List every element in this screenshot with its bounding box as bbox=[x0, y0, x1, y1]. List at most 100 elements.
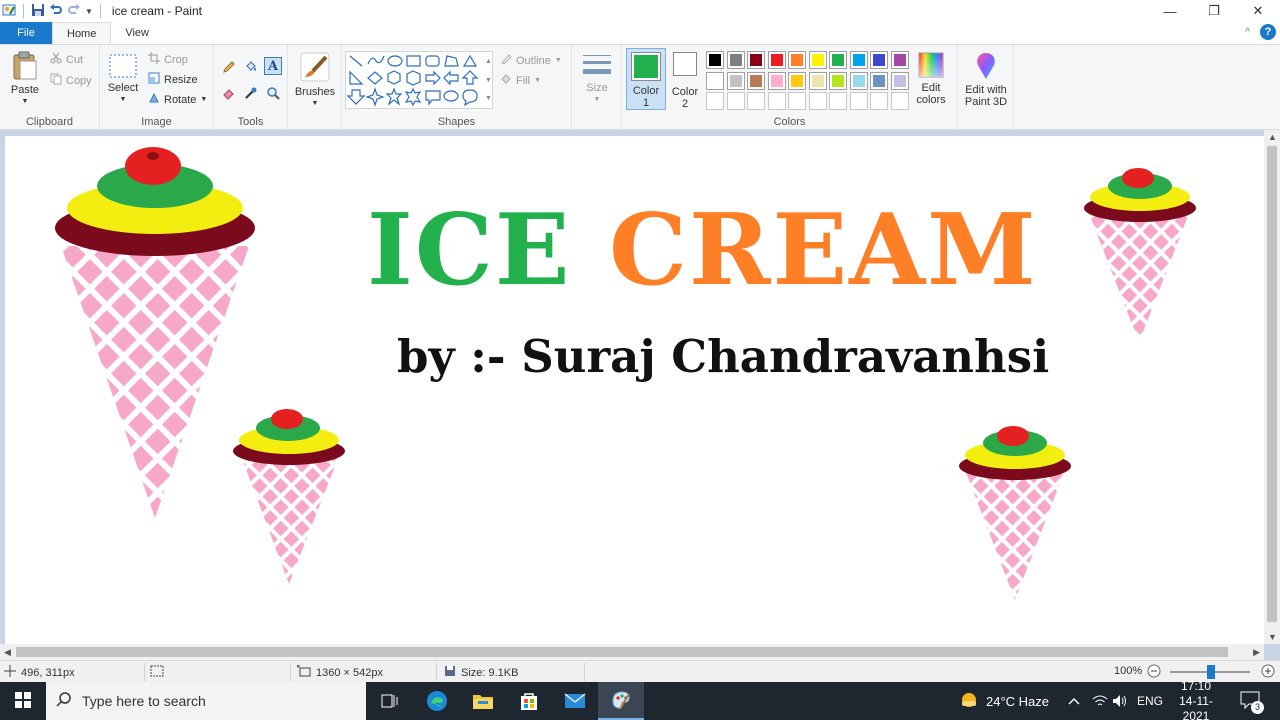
paint-app-icon[interactable] bbox=[2, 3, 16, 20]
heading-cream: CREAM bbox=[609, 193, 1038, 308]
scroll-down-icon[interactable]: ▼ bbox=[1268, 632, 1277, 642]
palette-swatch[interactable] bbox=[788, 71, 806, 90]
select-button[interactable]: Select ▼ bbox=[106, 53, 140, 106]
edit-colors-button[interactable]: Edit colors bbox=[912, 51, 950, 106]
size-button[interactable]: Size ▼ bbox=[578, 53, 616, 106]
palette-swatch[interactable] bbox=[726, 51, 745, 69]
notifications-button[interactable]: 3 bbox=[1240, 682, 1264, 720]
fill-bucket-icon[interactable] bbox=[242, 58, 260, 76]
palette-swatch[interactable] bbox=[726, 71, 745, 90]
redo-icon[interactable] bbox=[67, 3, 81, 20]
custom-color-slot[interactable] bbox=[726, 92, 745, 110]
show-hidden-icons-icon[interactable] bbox=[1068, 682, 1080, 720]
zoom-in-icon[interactable] bbox=[1261, 664, 1275, 678]
custom-color-slot[interactable] bbox=[870, 92, 888, 110]
file-explorer-icon[interactable] bbox=[460, 682, 506, 720]
help-icon[interactable]: ? bbox=[1260, 24, 1276, 40]
volume-icon[interactable] bbox=[1112, 682, 1128, 720]
color-picker-icon[interactable] bbox=[242, 84, 260, 102]
crop-button[interactable]: Crop bbox=[148, 52, 188, 67]
store-icon[interactable] bbox=[506, 682, 552, 720]
scroll-up-icon[interactable]: ▲ bbox=[1268, 132, 1277, 142]
fill-button[interactable]: Fill ▼ bbox=[500, 73, 541, 88]
svg-text:▲: ▲ bbox=[485, 58, 492, 65]
scroll-left-icon[interactable]: ◀ bbox=[4, 647, 11, 658]
tab-view[interactable]: View bbox=[111, 22, 163, 44]
custom-color-slot[interactable] bbox=[808, 92, 827, 110]
custom-color-slot[interactable] bbox=[767, 92, 786, 110]
palette-swatch[interactable] bbox=[788, 51, 806, 69]
palette-swatch[interactable] bbox=[706, 71, 724, 90]
palette-swatch[interactable] bbox=[808, 51, 827, 69]
maximize-button[interactable]: ❐ bbox=[1192, 0, 1236, 22]
taskbar-search-box[interactable]: Type here to search bbox=[46, 682, 366, 720]
edge-browser-icon[interactable] bbox=[414, 682, 460, 720]
horizontal-scroll-thumb[interactable] bbox=[16, 647, 1228, 657]
color1-button[interactable]: Color 1 bbox=[626, 48, 666, 110]
palette-swatch[interactable] bbox=[870, 71, 888, 90]
palette-swatch[interactable] bbox=[890, 71, 909, 90]
palette-swatch[interactable] bbox=[747, 51, 765, 69]
palette-swatch[interactable] bbox=[870, 51, 888, 69]
clock[interactable]: 17:10 14-11-2021 bbox=[1168, 679, 1224, 720]
paint-taskbar-icon[interactable] bbox=[598, 682, 644, 720]
tab-home[interactable]: Home bbox=[52, 22, 112, 44]
vertical-scroll-thumb[interactable] bbox=[1267, 146, 1277, 622]
vertical-scrollbar[interactable]: ▲ ▼ bbox=[1264, 130, 1280, 644]
horizontal-scrollbar[interactable]: ◀ ▶ bbox=[0, 644, 1264, 660]
language-indicator[interactable]: ENG bbox=[1137, 682, 1163, 720]
custom-color-slot[interactable] bbox=[890, 92, 909, 110]
paste-button[interactable]: Paste ▼ bbox=[8, 51, 42, 108]
custom-color-slot[interactable] bbox=[829, 92, 847, 110]
palette-swatch[interactable] bbox=[767, 51, 786, 69]
save-icon[interactable] bbox=[31, 3, 45, 20]
palette-swatch[interactable] bbox=[767, 71, 786, 90]
drawing-canvas[interactable]: ICE CREAM by :- Suraj Chandravanhsi bbox=[5, 136, 1265, 644]
weather-widget[interactable]: 24°C Haze bbox=[958, 682, 1049, 720]
palette-swatch[interactable] bbox=[829, 51, 847, 69]
collapse-ribbon-icon[interactable]: ^ bbox=[1245, 27, 1250, 38]
outline-button[interactable]: Outline ▼ bbox=[500, 53, 562, 68]
palette-swatch[interactable] bbox=[849, 71, 868, 90]
undo-icon[interactable] bbox=[49, 3, 63, 20]
palette-swatch[interactable] bbox=[849, 51, 868, 69]
mail-icon[interactable] bbox=[552, 682, 598, 720]
network-icon[interactable] bbox=[1092, 682, 1108, 720]
clipboard-icon bbox=[12, 51, 38, 84]
start-button[interactable] bbox=[0, 682, 46, 720]
minimize-button[interactable]: — bbox=[1148, 0, 1192, 22]
palette-swatch[interactable] bbox=[890, 51, 909, 69]
palette-swatch[interactable] bbox=[747, 71, 765, 90]
disk-icon bbox=[444, 665, 456, 680]
palette-swatch[interactable] bbox=[808, 71, 827, 90]
tab-file[interactable]: File bbox=[0, 22, 52, 44]
text-tool-icon[interactable]: A bbox=[264, 57, 282, 75]
customize-quick-access-icon[interactable]: ▼ bbox=[85, 7, 93, 16]
tools-group-label: Tools bbox=[237, 116, 264, 128]
brushes-button[interactable]: Brushes ▼ bbox=[294, 51, 336, 110]
magnifier-icon[interactable] bbox=[264, 84, 282, 102]
close-button[interactable]: ✕ bbox=[1236, 0, 1280, 22]
outline-dropdown-icon: ▼ bbox=[554, 57, 562, 64]
zoom-out-icon[interactable] bbox=[1147, 664, 1161, 678]
zoom-slider-thumb[interactable] bbox=[1207, 665, 1215, 679]
custom-color-slot[interactable] bbox=[747, 92, 765, 110]
eraser-icon[interactable] bbox=[220, 84, 238, 102]
cut-button[interactable]: Cut bbox=[50, 52, 83, 67]
copy-button[interactable]: Copy bbox=[50, 73, 92, 88]
palette-swatch[interactable] bbox=[829, 71, 847, 90]
pencil-icon[interactable] bbox=[220, 58, 238, 76]
colors-group-label: Colors bbox=[773, 116, 806, 128]
palette-swatch[interactable] bbox=[706, 51, 724, 69]
rotate-button[interactable]: Rotate ▼ bbox=[148, 92, 207, 107]
scroll-right-icon[interactable]: ▶ bbox=[1253, 647, 1260, 658]
search-placeholder: Type here to search bbox=[82, 693, 206, 709]
clock-date: 14-11-2021 bbox=[1179, 693, 1213, 720]
custom-color-slot[interactable] bbox=[788, 92, 806, 110]
custom-color-slot[interactable] bbox=[706, 92, 724, 110]
edit-with-paint3d-button[interactable]: Edit with Paint 3D bbox=[961, 51, 1011, 108]
color2-button[interactable]: Color 2 bbox=[668, 49, 702, 110]
custom-color-slot[interactable] bbox=[849, 92, 868, 110]
task-view-icon[interactable] bbox=[367, 682, 413, 720]
resize-button[interactable]: Resize bbox=[148, 72, 198, 87]
